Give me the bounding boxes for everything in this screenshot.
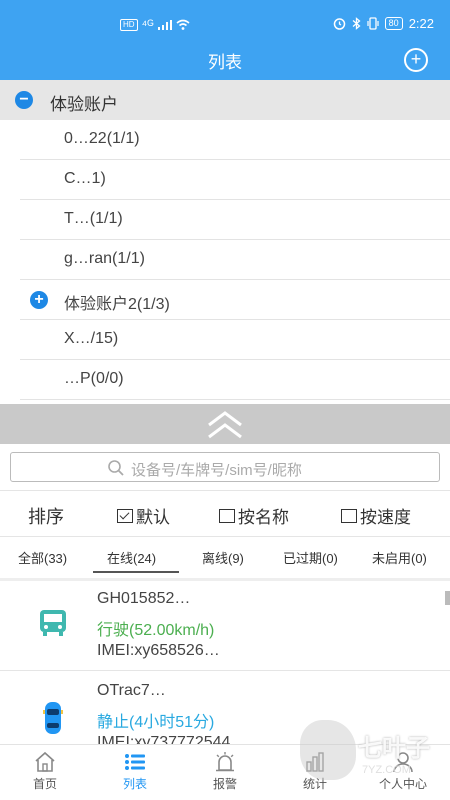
tree-item-label: X…/15) bbox=[64, 330, 119, 347]
vehicle-status: 行驶(52.00km/h) bbox=[97, 622, 215, 639]
expand-plus-icon[interactable]: + bbox=[30, 291, 48, 309]
vibrate-icon bbox=[367, 17, 379, 30]
tree-subgroup[interactable]: + 体验账户2(1/3) bbox=[20, 280, 450, 320]
search-icon bbox=[108, 460, 124, 476]
plus-icon: + bbox=[410, 49, 422, 69]
watermark-subtext: 7YZ.COM bbox=[362, 764, 411, 776]
add-button[interactable]: + bbox=[404, 48, 428, 72]
sort-option-speed[interactable]: 按速度 bbox=[341, 503, 411, 528]
watermark-text: 七叶子 bbox=[358, 735, 430, 762]
app-header: HD ⁴ᴳ 80 2:22 列表 + bbox=[0, 0, 450, 80]
collapse-panel-handle[interactable] bbox=[0, 404, 450, 444]
wifi-icon bbox=[176, 19, 190, 30]
vehicle-name: GH015852… bbox=[97, 590, 191, 607]
checkbox-icon[interactable] bbox=[341, 508, 357, 523]
tree-item[interactable]: g…ran(1/1) bbox=[20, 240, 450, 280]
alarm-clock-icon bbox=[333, 18, 345, 30]
collapse-minus-icon[interactable]: − bbox=[15, 91, 33, 109]
tree-item-label: 0…22(1/1) bbox=[64, 130, 140, 147]
tree-item-label: C…1) bbox=[64, 170, 106, 187]
network-label: ⁴ᴳ bbox=[141, 17, 154, 32]
vehicle-card[interactable]: GH015852… 行驶(52.00km/h) IMEI:xy658526… bbox=[0, 582, 450, 670]
status-left: HD ⁴ᴳ bbox=[120, 17, 190, 32]
nav-list[interactable]: 列表 bbox=[100, 751, 170, 792]
signal-icon bbox=[157, 19, 172, 30]
watermark: 七叶子 7YZ.COM bbox=[300, 720, 450, 790]
tree-item-label: …P(0/0) bbox=[64, 370, 124, 387]
tree-item[interactable]: 0…22(1/1) bbox=[20, 120, 450, 160]
status-tabs: 全部(33) 在线(24) 离线(9) 已过期(0) 未启用(0) bbox=[0, 538, 450, 574]
page-title: 列表 bbox=[208, 53, 242, 72]
vehicle-status: 静止(4小时51分) bbox=[97, 714, 215, 731]
home-icon bbox=[35, 751, 55, 772]
sort-option-default[interactable]: 默认 bbox=[117, 503, 170, 528]
tree-subgroup-label: 体验账户2(1/3) bbox=[64, 296, 170, 313]
tree-item[interactable]: …P(0/0) bbox=[20, 360, 450, 400]
tree-item[interactable]: X…/15) bbox=[20, 320, 450, 360]
vehicle-imei: IMEI:xy658526… bbox=[97, 642, 220, 659]
list-icon bbox=[125, 754, 145, 770]
watermark-logo-icon bbox=[300, 720, 356, 780]
sort-row: 排序 默认 按名称 按速度 bbox=[0, 494, 450, 534]
tab-offline[interactable]: 离线(9) bbox=[202, 548, 244, 567]
tab-active-indicator bbox=[93, 571, 179, 573]
tab-inactive[interactable]: 未启用(0) bbox=[372, 548, 427, 567]
checkbox-icon[interactable] bbox=[219, 508, 235, 523]
tree-item[interactable]: T…(1/1) bbox=[20, 200, 450, 240]
nav-home[interactable]: 首页 bbox=[10, 751, 80, 792]
sort-option-label: 默认 bbox=[136, 508, 170, 527]
status-right: 80 2:22 bbox=[333, 16, 434, 31]
tree-item-label: T…(1/1) bbox=[64, 210, 123, 227]
alarm-icon bbox=[216, 752, 234, 772]
tab-online[interactable]: 在线(24) bbox=[107, 548, 156, 567]
divider bbox=[0, 536, 450, 537]
status-bar: HD ⁴ᴳ 80 2:22 bbox=[0, 14, 450, 38]
checkbox-checked-icon[interactable] bbox=[117, 508, 133, 523]
nav-label: 首页 bbox=[32, 777, 57, 791]
sort-option-name[interactable]: 按名称 bbox=[219, 503, 289, 528]
status-time: 2:22 bbox=[408, 16, 434, 31]
divider bbox=[0, 670, 450, 671]
tab-expired[interactable]: 已过期(0) bbox=[283, 548, 338, 567]
divider bbox=[0, 578, 450, 581]
tab-all[interactable]: 全部(33) bbox=[18, 548, 67, 567]
battery-level: 80 bbox=[384, 17, 403, 30]
car-icon bbox=[43, 702, 63, 734]
nav-label: 报警 bbox=[212, 777, 237, 791]
nav-alarm[interactable]: 报警 bbox=[190, 751, 260, 792]
sort-title: 排序 bbox=[28, 507, 64, 527]
vehicle-name: OTrac7… bbox=[97, 682, 166, 699]
scrollbar[interactable] bbox=[445, 591, 450, 605]
search-placeholder: 设备号/车牌号/sim号/昵称 bbox=[131, 462, 302, 479]
tree-item-label: g…ran(1/1) bbox=[64, 250, 145, 267]
double-chevron-up-icon bbox=[208, 411, 242, 439]
group-header-root[interactable]: − 体验账户 bbox=[0, 80, 450, 120]
nav-label: 列表 bbox=[122, 777, 147, 791]
search-input[interactable]: 设备号/车牌号/sim号/昵称 bbox=[10, 452, 440, 482]
sort-option-label: 按速度 bbox=[360, 508, 411, 527]
group-label: 体验账户 bbox=[50, 95, 118, 114]
hd-badge: HD bbox=[120, 18, 138, 31]
sort-option-label: 按名称 bbox=[238, 508, 289, 527]
tree-item[interactable]: C…1) bbox=[20, 160, 450, 200]
divider bbox=[0, 490, 450, 491]
bus-icon bbox=[40, 610, 66, 636]
bluetooth-icon bbox=[352, 17, 361, 30]
